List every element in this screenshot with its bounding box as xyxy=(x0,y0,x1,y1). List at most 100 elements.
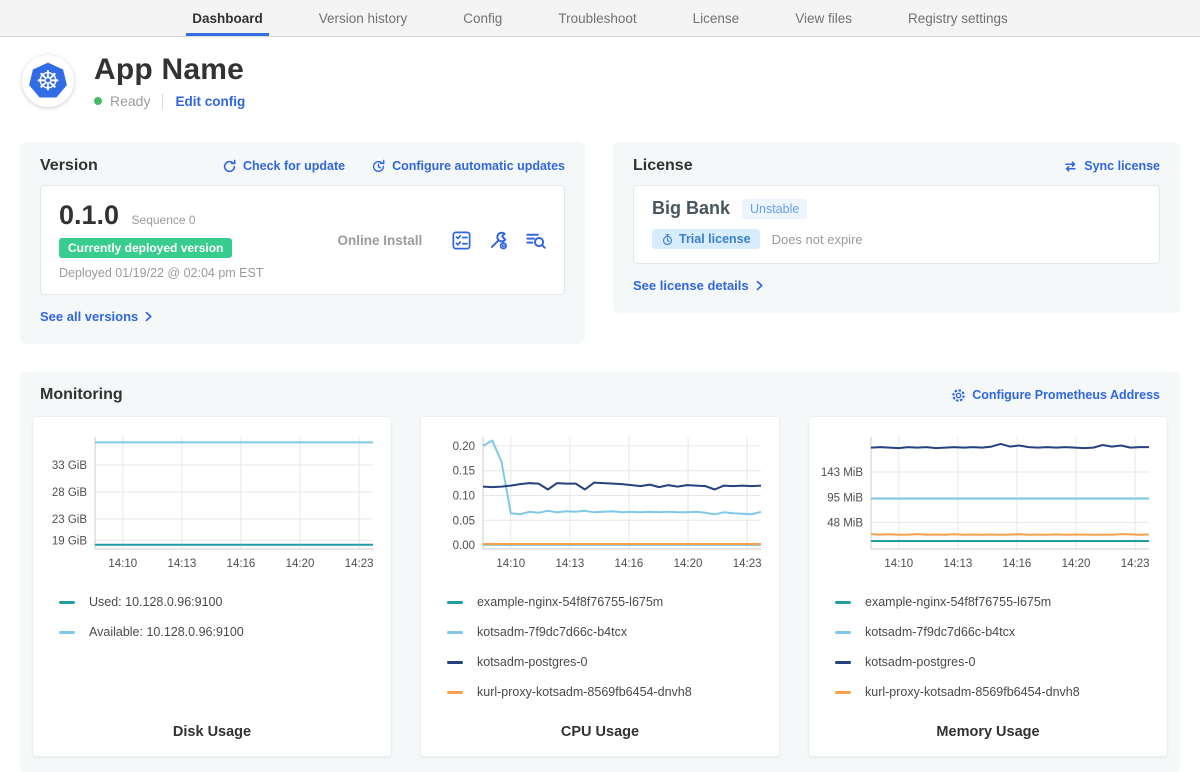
svg-text:14:10: 14:10 xyxy=(884,558,913,570)
svg-text:14:20: 14:20 xyxy=(1062,558,1091,570)
svg-text:14:16: 14:16 xyxy=(615,558,644,570)
file-search-icon xyxy=(525,230,546,251)
tab-dashboard[interactable]: Dashboard xyxy=(164,0,291,36)
configure-automatic-updates-label: Configure automatic updates xyxy=(392,159,565,173)
svg-text:14:10: 14:10 xyxy=(496,558,525,570)
chart-title: Disk Usage xyxy=(41,724,383,746)
see-all-versions-label: See all versions xyxy=(40,309,138,324)
current-version-box: 0.1.0 Sequence 0 Currently deployed vers… xyxy=(40,185,565,295)
app-header: ☸ App Name Ready Edit config xyxy=(22,53,1180,109)
tab-troubleshoot[interactable]: Troubleshoot xyxy=(530,0,664,36)
charts-row: 14:1014:1314:1614:2014:2333 GiB28 GiB23 … xyxy=(32,416,1168,757)
see-license-details-label: See license details xyxy=(633,278,749,293)
disk-usage-chart-card: 14:1014:1314:1614:2014:2333 GiB28 GiB23 … xyxy=(32,416,392,757)
legend-label: kotsadm-postgres-0 xyxy=(477,655,587,669)
legend-item: example-nginx-54f8f76755-l675m xyxy=(835,595,1159,609)
legend-item: kotsadm-7f9dc7d66c-b4tcx xyxy=(835,625,1159,639)
legend-item: kurl-proxy-kotsadm-8569fb6454-dnvh8 xyxy=(447,685,771,699)
license-assignee: Big Bank xyxy=(652,198,730,219)
legend-item: example-nginx-54f8f76755-l675m xyxy=(447,595,771,609)
legend-swatch xyxy=(835,601,851,604)
legend-swatch xyxy=(59,601,75,604)
legend-item: kotsadm-7f9dc7d66c-b4tcx xyxy=(447,625,771,639)
svg-text:0.00: 0.00 xyxy=(453,540,475,552)
svg-text:48 MiB: 48 MiB xyxy=(827,517,863,529)
kubernetes-logo: ☸ xyxy=(27,61,69,101)
channel-badge: Unstable xyxy=(742,199,807,219)
nav-tabs: DashboardVersion historyConfigTroublesho… xyxy=(164,0,1036,36)
legend-label: example-nginx-54f8f76755-l675m xyxy=(865,595,1051,609)
svg-text:14:13: 14:13 xyxy=(943,558,972,570)
memory-usage-chart: 14:1014:1314:1614:2014:23143 MiB95 MiB48… xyxy=(817,429,1157,581)
svg-text:19 GiB: 19 GiB xyxy=(52,535,87,547)
check-for-update-button[interactable]: Check for update xyxy=(222,159,345,174)
kubernetes-wheel-icon: ☸ xyxy=(36,68,60,95)
config-tools-button[interactable] xyxy=(488,230,509,251)
version-card: Version Check for update Configure autom… xyxy=(20,142,585,344)
svg-text:0.20: 0.20 xyxy=(453,441,475,453)
svg-text:14:23: 14:23 xyxy=(733,558,762,570)
tab-license[interactable]: License xyxy=(665,0,768,36)
svg-text:14:23: 14:23 xyxy=(1121,558,1150,570)
legend-label: Used: 10.128.0.96:9100 xyxy=(89,595,222,609)
svg-text:14:20: 14:20 xyxy=(286,558,315,570)
svg-text:14:16: 14:16 xyxy=(227,558,256,570)
legend-label: kotsadm-postgres-0 xyxy=(865,655,975,669)
deployed-badge: Currently deployed version xyxy=(59,238,232,258)
cpu-usage-legend: example-nginx-54f8f76755-l675m kotsadm-7f… xyxy=(447,595,771,724)
monitoring-card: Monitoring Configure Prometheus Address … xyxy=(20,372,1180,772)
chevron-right-icon xyxy=(142,310,155,323)
sync-license-button[interactable]: Sync license xyxy=(1063,159,1160,174)
see-license-details-link[interactable]: See license details xyxy=(633,278,766,293)
legend-swatch xyxy=(447,601,463,604)
monitoring-title: Monitoring xyxy=(40,386,123,404)
cpu-usage-chart-card: 14:1014:1314:1614:2014:230.200.150.100.0… xyxy=(420,416,780,757)
svg-text:95 MiB: 95 MiB xyxy=(827,493,863,505)
license-info-box: Big Bank Unstable Trial license Does not… xyxy=(633,185,1160,264)
legend-swatch xyxy=(447,631,463,634)
legend-swatch xyxy=(835,661,851,664)
chart-title: CPU Usage xyxy=(429,724,771,746)
preflight-checks-button[interactable] xyxy=(451,230,472,251)
svg-text:28 GiB: 28 GiB xyxy=(52,487,87,499)
see-all-versions-link[interactable]: See all versions xyxy=(40,309,155,324)
refresh-icon xyxy=(222,159,237,174)
chevron-right-icon xyxy=(753,279,766,292)
tab-version-history[interactable]: Version history xyxy=(291,0,436,36)
svg-text:14:10: 14:10 xyxy=(108,558,137,570)
svg-text:14:13: 14:13 xyxy=(167,558,196,570)
wrench-gear-icon xyxy=(488,230,509,251)
legend-label: kurl-proxy-kotsadm-8569fb6454-dnvh8 xyxy=(865,685,1080,699)
disk-usage-chart: 14:1014:1314:1614:2014:2333 GiB28 GiB23 … xyxy=(41,429,381,581)
cpu-usage-chart: 14:1014:1314:1614:2014:230.200.150.100.0… xyxy=(429,429,769,581)
legend-swatch xyxy=(835,631,851,634)
svg-text:143 MiB: 143 MiB xyxy=(821,467,864,479)
legend-item: kotsadm-postgres-0 xyxy=(835,655,1159,669)
install-type: Online Install xyxy=(337,233,422,248)
legend-item: kotsadm-postgres-0 xyxy=(447,655,771,669)
legend-label: example-nginx-54f8f76755-l675m xyxy=(477,595,663,609)
deploy-logs-button[interactable] xyxy=(525,230,546,251)
version-number: 0.1.0 xyxy=(59,200,119,230)
app-status: Ready xyxy=(110,93,150,109)
license-type-label: Trial license xyxy=(679,232,751,246)
memory-usage-legend: example-nginx-54f8f76755-l675m kotsadm-7f… xyxy=(835,595,1159,724)
tab-view-files[interactable]: View files xyxy=(767,0,880,36)
tab-config[interactable]: Config xyxy=(435,0,530,36)
edit-config-link[interactable]: Edit config xyxy=(175,94,245,109)
check-for-update-label: Check for update xyxy=(243,159,345,173)
configure-prometheus-button[interactable]: Configure Prometheus Address xyxy=(951,388,1160,403)
legend-swatch xyxy=(447,691,463,694)
configure-automatic-updates-button[interactable]: Configure automatic updates xyxy=(371,159,565,174)
checklist-icon xyxy=(451,230,472,251)
gear-icon xyxy=(951,388,966,403)
version-card-title: Version xyxy=(40,157,98,175)
sync-license-label: Sync license xyxy=(1084,159,1160,173)
schedule-icon xyxy=(371,159,386,174)
legend-item: Available: 10.128.0.96:9100 xyxy=(59,625,383,639)
license-expiry: Does not expire xyxy=(772,232,863,247)
legend-item: kurl-proxy-kotsadm-8569fb6454-dnvh8 xyxy=(835,685,1159,699)
legend-label: Available: 10.128.0.96:9100 xyxy=(89,625,244,639)
license-type-badge: Trial license xyxy=(652,229,760,249)
tab-registry-settings[interactable]: Registry settings xyxy=(880,0,1036,36)
